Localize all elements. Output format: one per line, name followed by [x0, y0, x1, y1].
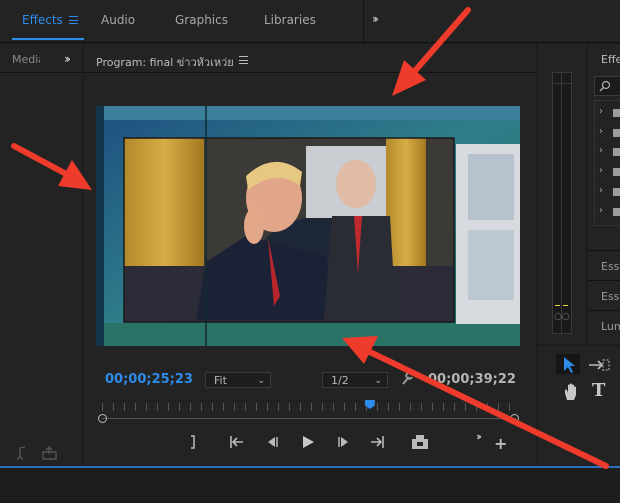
- annotation-arrows: [11, 7, 609, 469]
